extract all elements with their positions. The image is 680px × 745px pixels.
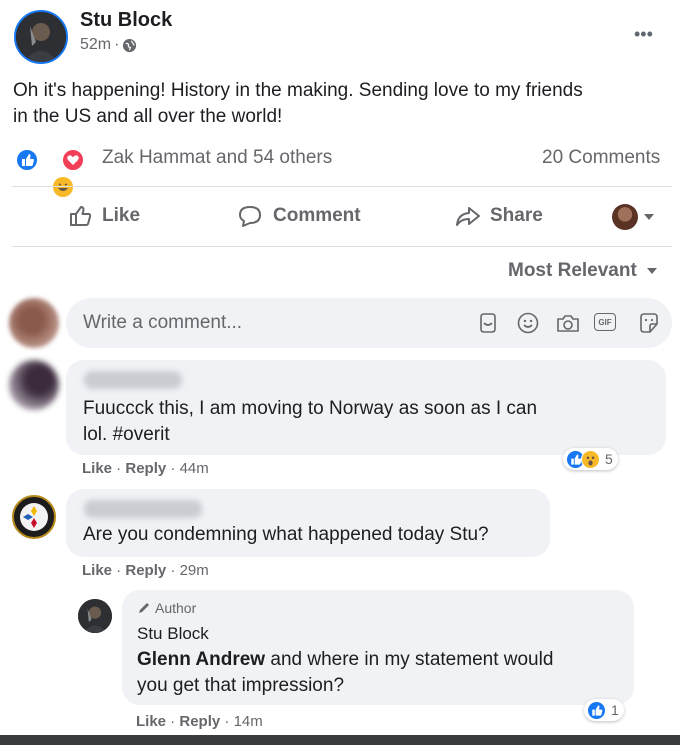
gif-label: GIF (598, 317, 612, 327)
reply-reply-button[interactable]: Reply (179, 713, 220, 730)
comment-reply-button[interactable]: Reply (125, 460, 166, 477)
user-avatar (612, 204, 638, 230)
reply-text-line-1: Glenn Andrew and where in my statement w… (137, 647, 553, 673)
reply-author-name[interactable]: Stu Block (137, 624, 209, 644)
chevron-down-icon (646, 268, 657, 274)
author-badge: Author (137, 600, 196, 616)
avatar-sticker-icon[interactable] (476, 311, 500, 335)
comment-text: Fuuccck this, I am moving to Norway as s… (83, 396, 537, 448)
divider (12, 186, 672, 187)
comments-count[interactable]: 20 Comments (542, 147, 660, 169)
like-label: Like (102, 205, 141, 226)
author-avatar[interactable] (14, 10, 68, 64)
post-author-name[interactable]: Stu Block (80, 9, 172, 32)
comment-text: Are you condemning what happened today S… (83, 524, 489, 545)
reactions-summary-text[interactable]: Zak Hammat and 54 others (102, 147, 332, 169)
redacted-commenter-name[interactable] (84, 500, 202, 518)
reply-text-line-2: you get that impression? (137, 675, 345, 696)
like-reaction-icon (587, 700, 606, 720)
emoji-icon[interactable] (516, 311, 540, 335)
comment-text-line-2: lol. #overit (83, 424, 170, 445)
post-meta: 52m · (80, 36, 137, 54)
like-button[interactable]: Like (68, 204, 140, 228)
post-options-button[interactable]: ••• (634, 24, 653, 45)
share-icon (456, 207, 480, 226)
post-time[interactable]: 52m (80, 36, 111, 54)
commenter-avatar[interactable] (9, 360, 59, 410)
globe-icon (123, 38, 137, 52)
share-label: Share (490, 205, 543, 226)
bottom-edge-bar (0, 735, 680, 745)
post-text-line-1: Oh it's happening! History in the making… (13, 80, 583, 101)
current-user-avatar (9, 298, 59, 348)
divider (12, 246, 672, 247)
comment-like-button[interactable]: Like (82, 460, 112, 477)
redacted-commenter-name[interactable] (84, 371, 182, 389)
comment-time[interactable]: 44m (180, 460, 209, 477)
comment-button[interactable]: Comment (237, 204, 361, 228)
comment-like-button[interactable]: Like (82, 562, 112, 579)
reaction-count: 1 (611, 702, 619, 718)
haha-reaction-icon (51, 175, 75, 199)
comment-label: Comment (273, 205, 361, 226)
reply-actions: Like · Reply · 14m (136, 713, 263, 730)
separator: · (114, 36, 120, 53)
steelers-logo-avatar[interactable] (12, 495, 56, 539)
reply-text: Glenn Andrew and where in my statement w… (137, 647, 553, 699)
reply-author-avatar[interactable] (78, 599, 112, 633)
love-reaction-icon (61, 148, 86, 172)
post-as-selector[interactable] (612, 204, 656, 230)
reply-bubble: Author Stu Block Glenn Andrew and where … (122, 590, 634, 705)
share-button[interactable]: Share (454, 204, 543, 228)
gif-icon[interactable]: GIF (594, 313, 616, 331)
thumbs-up-icon (70, 206, 92, 226)
reply-reactions[interactable]: 1 (584, 699, 624, 721)
reaction-icons[interactable] (15, 146, 95, 199)
comment-text-line-1: Fuuccck this, I am moving to Norway as s… (83, 398, 538, 419)
reply-time[interactable]: 14m (234, 713, 263, 730)
like-reaction-icon (15, 148, 39, 172)
post-text-line-2: in the US and all over the world! (13, 106, 283, 127)
comment-sort-dropdown[interactable]: Most Relevant (508, 260, 659, 282)
wow-reaction-icon (581, 449, 600, 469)
pencil-icon (139, 603, 149, 613)
comment-actions: Like · Reply · 44m (82, 460, 209, 477)
comment-bubble: Are you condemning what happened today S… (66, 489, 550, 557)
author-photo-icon (78, 599, 112, 633)
sort-label: Most Relevant (508, 260, 637, 281)
post-text: Oh it's happening! History in the making… (13, 78, 583, 130)
sticker-icon[interactable] (637, 311, 661, 335)
comment-reply-button[interactable]: Reply (125, 562, 166, 579)
comment-time[interactable]: 29m (180, 562, 209, 579)
author-photo-icon (16, 12, 66, 62)
steelers-logo-icon (20, 503, 48, 531)
comment-input[interactable]: Write a comment... GIF (66, 298, 672, 348)
camera-icon[interactable] (555, 311, 581, 335)
mention-link[interactable]: Glenn Andrew (137, 649, 265, 670)
reply-text-line-1-rest: and where in my statement would (265, 649, 554, 670)
comment-reactions[interactable]: 5 (563, 448, 618, 470)
comment-input-placeholder: Write a comment... (83, 312, 243, 333)
chevron-down-icon (644, 214, 654, 220)
comment-actions: Like · Reply · 29m (82, 562, 209, 579)
comment-icon (239, 206, 261, 227)
reply-like-button[interactable]: Like (136, 713, 166, 730)
author-badge-label: Author (155, 600, 197, 616)
reaction-count: 5 (605, 451, 613, 467)
comment-bubble: Fuuccck this, I am moving to Norway as s… (66, 360, 666, 455)
